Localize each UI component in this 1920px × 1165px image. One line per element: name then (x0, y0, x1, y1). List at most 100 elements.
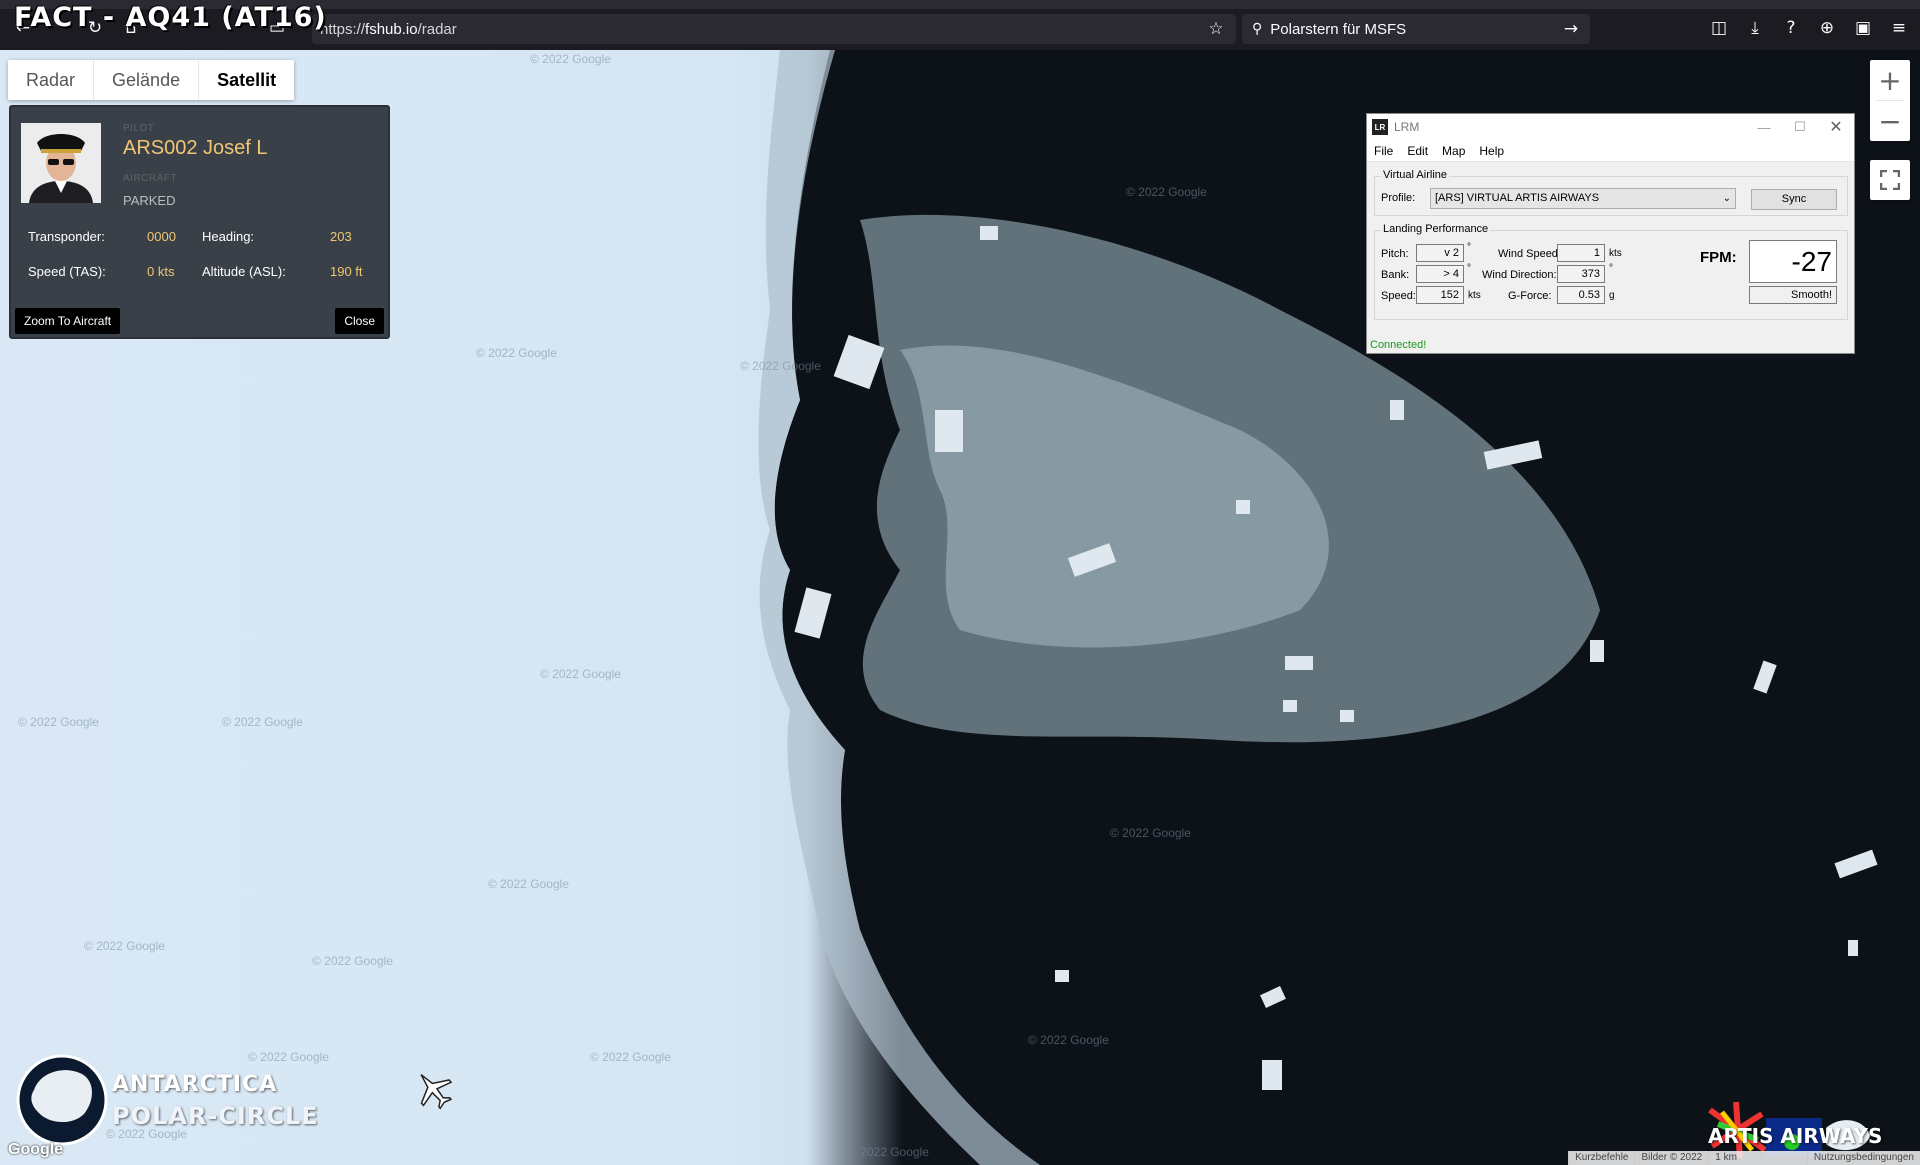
chevron-down-icon: ⌄ (1722, 193, 1731, 204)
wind-speed-value: 1 (1557, 244, 1605, 262)
aircraft-label: AIRCRAFT (123, 173, 177, 184)
landing-performance-group: Landing Performance Pitch: v 2 ° Bank: >… (1374, 223, 1848, 320)
pilot-photo-icon (21, 123, 101, 203)
map-credit: © 2022 Google (18, 715, 99, 729)
map-type-satellite[interactable]: Satellit (199, 60, 294, 100)
google-logo: Google (8, 1141, 64, 1158)
speed-label: Speed: (1381, 290, 1416, 302)
terms-link[interactable]: Nutzungsbedingungen (1806, 1151, 1920, 1165)
url-bar[interactable]: https://fshub.io/radar ☆ (312, 14, 1236, 44)
menu-help[interactable]: Help (1472, 144, 1511, 158)
fpm-label: FPM: (1700, 249, 1737, 266)
window-close-icon[interactable]: ✕ (1818, 114, 1854, 140)
zoom-in-button[interactable]: + (1870, 60, 1910, 100)
pilot-name: ARS002 Josef L (123, 137, 268, 159)
map-credit: © 2022 Google (1126, 185, 1207, 199)
profile-label: Profile: (1381, 192, 1416, 204)
connection-status: Connected! (1370, 339, 1427, 351)
imagery-credit: Bilder © 2022 (1634, 1151, 1708, 1165)
landing-rating: Smooth! (1749, 286, 1837, 304)
wind-direction-label: Wind Direction: (1482, 269, 1557, 281)
lrm-window-title: LRM (1394, 120, 1420, 134)
heading-label: Heading: (202, 229, 255, 244)
help-icon[interactable]: ? (1776, 13, 1806, 43)
aircraft-status: PARKED (123, 193, 176, 208)
container-icon[interactable]: ▣ (1848, 13, 1878, 43)
fullscreen-icon (1880, 170, 1900, 190)
map-type-radar[interactable]: Radar (8, 60, 95, 100)
map-credit: © 2022 Google (848, 1145, 929, 1159)
polar-circle-title: POLAR-CIRCLE (112, 1102, 319, 1130)
url-path: /radar (417, 20, 457, 38)
pitch-value: v 2 (1416, 244, 1464, 262)
map-footer: Kurzbefehle Bilder © 2022 1 km Nutzungsb… (1568, 1151, 1920, 1165)
landing-performance-label: Landing Performance (1381, 223, 1491, 235)
profile-value: [ARS] VIRTUAL ARTIS AIRWAYS (1435, 192, 1600, 204)
map-credit: © 2022 Google (590, 1050, 671, 1064)
zoom-to-aircraft-button[interactable]: Zoom To Aircraft (15, 308, 121, 334)
aircraft-marker-icon[interactable] (407, 1063, 459, 1115)
wind-direction-unit: ° (1609, 263, 1613, 274)
sync-button[interactable]: Sync (1751, 189, 1837, 210)
map-credit: © 2022 Google (84, 939, 165, 953)
speed-value: 152 (1416, 286, 1464, 304)
map-credit: © 2022 Google (740, 359, 821, 373)
url-host: fshub.io (365, 20, 418, 38)
map-type-terrain[interactable]: Gelände (94, 60, 200, 100)
menu-file[interactable]: File (1367, 144, 1400, 158)
menu-edit[interactable]: Edit (1400, 144, 1435, 158)
lrm-app-icon: LR (1372, 119, 1388, 135)
zoom-out-button[interactable]: − (1870, 101, 1910, 141)
wind-speed-label: Wind Speed: (1498, 248, 1561, 260)
lrm-window: LR LRM — ☐ ✕ File Edit Map Help Virtual … (1366, 113, 1855, 354)
altitude-label: Altitude (ASL): (202, 264, 286, 279)
maximize-icon[interactable]: ☐ (1782, 114, 1818, 140)
heading-value: 203 (330, 229, 352, 244)
map-credit: © 2022 Google (540, 667, 621, 681)
pocket-icon[interactable]: ◫ (1704, 13, 1734, 43)
altitude-value: 190 ft (330, 264, 363, 279)
map-credit: © 2022 Google (476, 346, 557, 360)
map-type-switcher: Radar Gelände Satellit (8, 60, 295, 100)
map-scale[interactable]: 1 km (1708, 1151, 1807, 1165)
fullscreen-button[interactable] (1870, 160, 1910, 200)
antarctica-globe-logo (16, 1054, 108, 1146)
lrm-titlebar[interactable]: LR LRM — ☐ ✕ (1367, 114, 1854, 140)
menu-icon[interactable]: ≡ (1884, 13, 1914, 43)
minimize-icon[interactable]: — (1746, 114, 1782, 140)
bank-value: > 4 (1416, 265, 1464, 283)
map-credit: © 2022 Google (222, 715, 303, 729)
zoom-icon[interactable]: ⊕ (1812, 13, 1842, 43)
speed-unit: kts (1468, 290, 1481, 301)
search-bar[interactable]: ⚲ Polarstern für MSFS → (1242, 14, 1590, 44)
transponder-value: 0000 (147, 229, 176, 244)
menu-map[interactable]: Map (1435, 144, 1472, 158)
search-go-icon[interactable]: → (1558, 16, 1584, 42)
pitch-unit: ° (1467, 242, 1471, 253)
transponder-label: Transponder: (28, 229, 105, 244)
map-credit: © 2022 Google (1028, 1033, 1109, 1047)
map-zoom-controls: + − (1870, 60, 1910, 141)
virtual-airline-label: Virtual Airline (1381, 169, 1449, 181)
speed-label: Speed (TAS): (28, 264, 106, 279)
pilot-label: PILOT (123, 123, 155, 134)
wind-direction-value: 373 (1557, 265, 1605, 283)
close-button[interactable]: Close (335, 308, 384, 334)
pitch-label: Pitch: (1381, 248, 1409, 260)
search-text: Polarstern für MSFS (1270, 20, 1407, 38)
map-credit: © 2022 Google (530, 52, 611, 66)
profile-select[interactable]: [ARS] VIRTUAL ARTIS AIRWAYS ⌄ (1430, 188, 1736, 209)
gforce-value: 0.53 (1557, 286, 1605, 304)
antarctica-title: ANTARCTICA (112, 1072, 278, 1097)
gforce-unit: g (1609, 290, 1615, 301)
keyboard-shortcuts-link[interactable]: Kurzbefehle (1568, 1151, 1634, 1165)
bookmark-star-icon[interactable]: ☆ (1204, 17, 1228, 41)
map-credit: © 2022 Google (312, 954, 393, 968)
stream-overlay-title: FACT - AQ41 (AT16) (14, 2, 327, 33)
pilot-avatar (21, 123, 101, 203)
artis-airways-name: ARTIS AIRWAYS (1708, 1124, 1883, 1148)
bank-label: Bank: (1381, 269, 1410, 281)
map-credit: © 2022 Google (1110, 826, 1191, 840)
downloads-icon[interactable]: ⤓ (1740, 13, 1770, 43)
map-credit: © 2022 Google (488, 877, 569, 891)
